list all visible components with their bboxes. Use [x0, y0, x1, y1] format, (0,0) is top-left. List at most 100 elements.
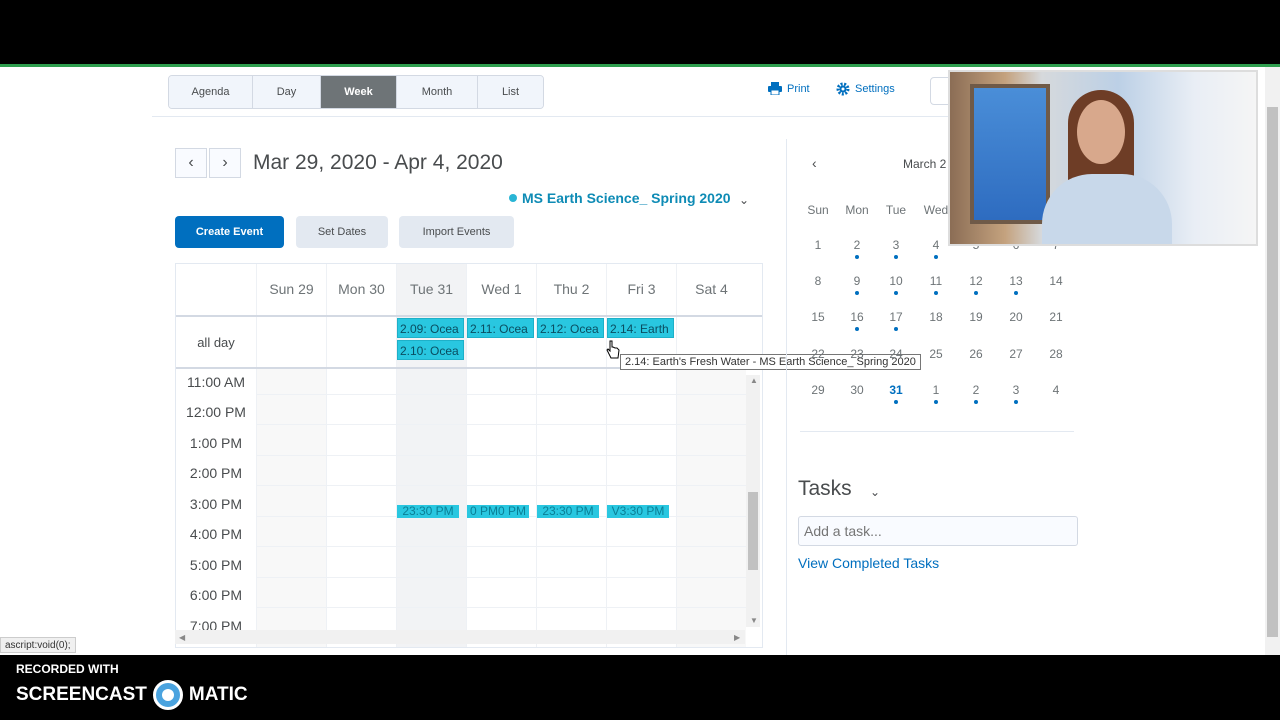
all-day-event[interactable]: 2.09: Ocea: [397, 318, 464, 338]
mini-calendar-day[interactable]: 29: [798, 383, 838, 397]
day-header-mon[interactable]: Mon 30: [326, 264, 396, 315]
hour-line: [256, 485, 746, 486]
set-dates-button[interactable]: Set Dates: [296, 216, 388, 248]
time-label: 2:00 PM: [189, 465, 243, 481]
hour-line: [256, 577, 746, 578]
time-label: 6:00 PM: [189, 587, 243, 603]
chevron-down-icon[interactable]: ⌄: [870, 485, 880, 499]
tab-day[interactable]: Day: [253, 76, 321, 108]
mini-calendar-day[interactable]: 4: [1036, 383, 1076, 397]
chevron-down-icon[interactable]: ⌄: [739, 193, 749, 207]
mini-calendar-day[interactable]: 25: [916, 347, 956, 361]
mini-day-number: 9: [853, 274, 861, 288]
mini-calendar-day[interactable]: 17: [876, 310, 916, 331]
mini-calendar-day[interactable]: 3: [876, 238, 916, 259]
all-day-event[interactable]: 2.14: Earth: [607, 318, 674, 338]
week-grid: Sun 29 Mon 30 Tue 31 Wed 1 Thu 2 Fri 3 S…: [175, 263, 763, 648]
event-indicator-dot: [1014, 291, 1018, 295]
chevron-left-icon: ‹: [188, 154, 194, 171]
tab-week[interactable]: Week: [321, 76, 397, 108]
import-events-button[interactable]: Import Events: [399, 216, 514, 248]
mini-calendar-day[interactable]: 1: [798, 238, 838, 252]
scroll-right-icon[interactable]: ▶: [734, 633, 740, 642]
mini-calendar-day[interactable]: 22: [798, 347, 838, 361]
mini-calendar-day[interactable]: 3: [996, 383, 1036, 404]
mini-calendar-day[interactable]: 27: [996, 347, 1036, 361]
mini-calendar-day[interactable]: 18: [916, 310, 956, 324]
mini-calendar-day[interactable]: 8: [798, 274, 838, 288]
day-header-thu[interactable]: Thu 2: [536, 264, 606, 315]
scroll-down-icon[interactable]: ▼: [750, 616, 758, 625]
mini-calendar-day[interactable]: 30: [837, 383, 877, 397]
grid-scroll-thumb[interactable]: [748, 492, 758, 570]
mini-calendar-day[interactable]: 13: [996, 274, 1036, 295]
all-day-label: all day: [197, 335, 235, 350]
day-header-sat[interactable]: Sat 4: [676, 264, 746, 315]
grid-horizontal-scrollbar[interactable]: [175, 630, 745, 644]
mini-day-number: 1: [932, 383, 940, 397]
mini-calendar-day[interactable]: 23: [837, 347, 877, 361]
mini-calendar-day[interactable]: 2: [956, 383, 996, 404]
time-label: 5:00 PM: [189, 557, 243, 573]
mini-day-number: 18: [929, 310, 943, 324]
mini-calendar-title: March 2: [903, 157, 947, 171]
mini-day-number: 16: [850, 310, 864, 324]
day-header-tue[interactable]: Tue 31: [396, 264, 466, 315]
tab-agenda[interactable]: Agenda: [169, 76, 253, 108]
mini-calendar-day[interactable]: 31: [876, 383, 916, 404]
view-completed-tasks-link[interactable]: View Completed Tasks: [798, 555, 939, 571]
hour-line: [256, 455, 746, 456]
mini-prev-month-button[interactable]: ‹: [812, 155, 817, 171]
timed-event[interactable]: 23:30 PM: [397, 505, 459, 518]
mini-calendar-day[interactable]: 12: [956, 274, 996, 295]
mini-calendar-day[interactable]: 11: [916, 274, 956, 295]
status-bar-url: ascript:void(0);: [0, 637, 76, 653]
mini-day-number: 31: [889, 383, 903, 397]
page-scroll-thumb[interactable]: [1267, 107, 1278, 637]
all-day-event[interactable]: 2.10: Ocea: [397, 340, 464, 360]
tasks-title: Tasks: [798, 477, 852, 500]
tab-list[interactable]: List: [478, 76, 543, 108]
tab-month[interactable]: Month: [397, 76, 478, 108]
print-link[interactable]: Print: [768, 82, 810, 95]
date-range-title: Mar 29, 2020 - Apr 4, 2020: [253, 151, 503, 174]
next-week-button[interactable]: ›: [209, 148, 241, 178]
scroll-left-icon[interactable]: ◀: [179, 633, 185, 642]
mini-calendar-day[interactable]: 2: [837, 238, 877, 259]
settings-link[interactable]: Settings: [836, 82, 895, 96]
mini-day-number: 22: [811, 347, 825, 361]
mini-calendar-day[interactable]: 24: [876, 347, 916, 361]
mini-calendar-day[interactable]: 28: [1036, 347, 1076, 361]
chevron-right-icon: ›: [222, 154, 228, 171]
prev-week-button[interactable]: ‹: [175, 148, 207, 178]
mini-calendar-day[interactable]: 1: [916, 383, 956, 404]
mini-calendar-day[interactable]: 19: [956, 310, 996, 324]
event-indicator-dot: [894, 327, 898, 331]
mini-calendar-day[interactable]: 9: [837, 274, 877, 295]
mini-calendar-day[interactable]: 16: [837, 310, 877, 331]
create-event-button[interactable]: Create Event: [175, 216, 284, 248]
timed-event[interactable]: V3:30 PM: [607, 505, 669, 518]
mini-calendar-day[interactable]: 26: [956, 347, 996, 361]
mini-calendar-day[interactable]: 14: [1036, 274, 1076, 288]
day-header-fri[interactable]: Fri 3: [606, 264, 676, 315]
calendar-selector[interactable]: MS Earth Science_ Spring 2020: [509, 190, 731, 206]
scroll-up-icon[interactable]: ▲: [750, 376, 758, 385]
day-header-wed[interactable]: Wed 1: [466, 264, 536, 315]
mini-day-number: 28: [1049, 347, 1063, 361]
panel-divider: [786, 139, 787, 655]
mini-calendar-day[interactable]: 15: [798, 310, 838, 324]
all-day-event[interactable]: 2.12: Ocea: [537, 318, 604, 338]
time-label: 12:00 PM: [186, 404, 246, 420]
add-task-input[interactable]: [798, 516, 1078, 546]
mini-calendar-day[interactable]: 20: [996, 310, 1036, 324]
time-label: 1:00 PM: [189, 435, 243, 451]
hand-cursor-icon: [606, 340, 620, 359]
day-header-sun[interactable]: Sun 29: [256, 264, 326, 315]
event-indicator-dot: [934, 255, 938, 259]
mini-calendar-day[interactable]: 10: [876, 274, 916, 295]
mini-calendar-day[interactable]: 21: [1036, 310, 1076, 324]
all-day-event[interactable]: 2.11: Ocea: [467, 318, 534, 338]
timed-event[interactable]: 23:30 PM: [537, 505, 599, 518]
timed-event[interactable]: 0 PM0 PM: [467, 505, 529, 518]
